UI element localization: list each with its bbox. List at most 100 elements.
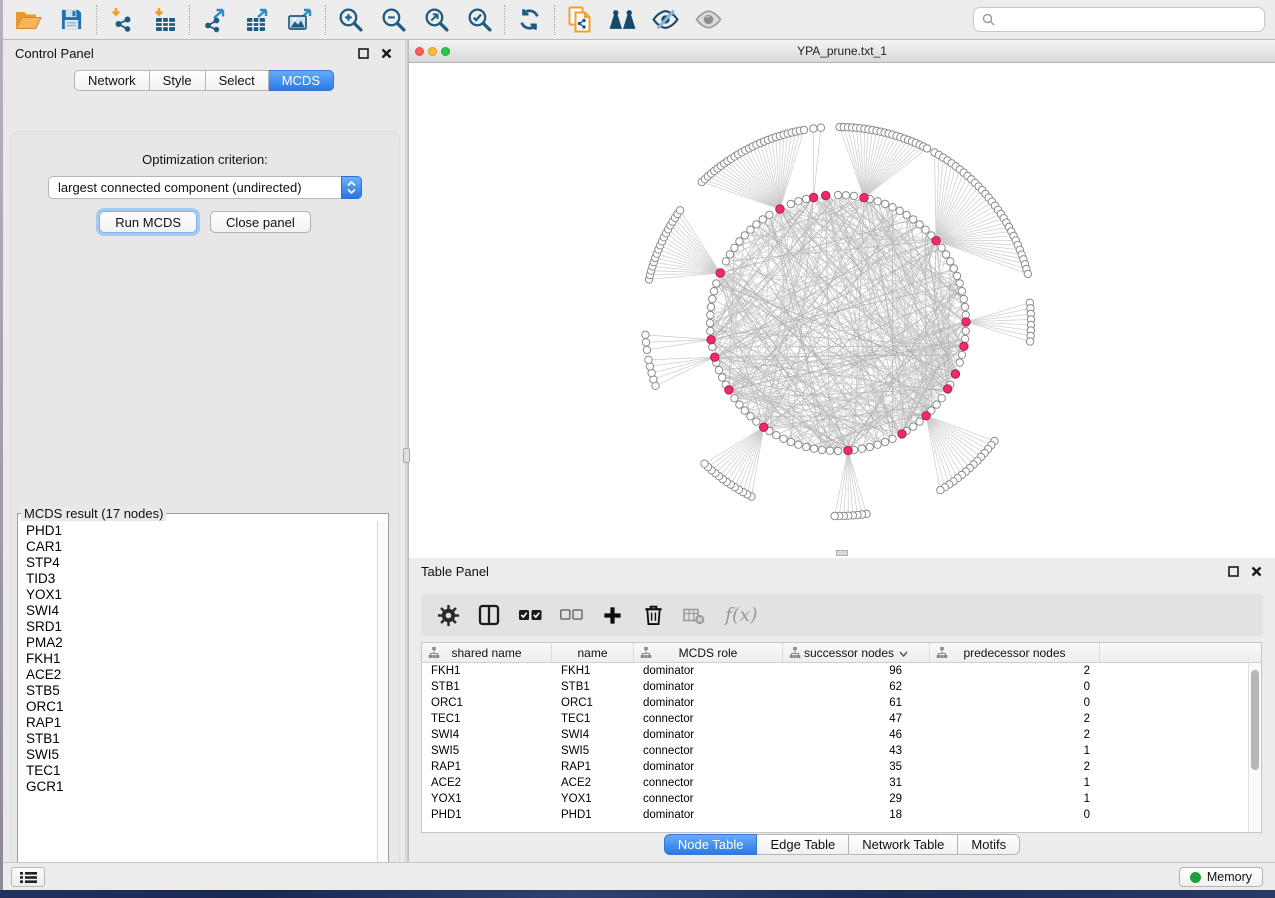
first-neighbors-button[interactable]	[601, 3, 644, 37]
export-image-button[interactable]	[279, 3, 322, 37]
table-row[interactable]: SWI5SWI5connector431	[422, 743, 1261, 759]
tab-style[interactable]: Style	[150, 70, 206, 91]
tab-network-table[interactable]: Network Table	[849, 834, 958, 855]
network-graph[interactable]	[409, 63, 1274, 557]
close-panel-button-mcds[interactable]: Close panel	[210, 211, 311, 233]
float-icon	[1229, 567, 1238, 576]
mcds-result-item[interactable]: RAP1	[18, 715, 388, 731]
float-table-panel-button[interactable]	[1226, 564, 1240, 578]
gear-button[interactable]	[435, 601, 461, 629]
export-network-button[interactable]	[193, 3, 236, 37]
search-box[interactable]	[973, 7, 1265, 32]
task-history-button[interactable]	[11, 867, 45, 887]
close-window-button[interactable]	[415, 47, 424, 56]
minimize-window-button[interactable]	[428, 47, 437, 56]
tab-motifs[interactable]: Motifs	[958, 834, 1020, 855]
refresh-layout-button[interactable]	[508, 3, 551, 37]
import-table-button[interactable]	[143, 3, 186, 37]
mcds-result-item[interactable]: SRD1	[18, 619, 388, 635]
zoom-selected-button[interactable]	[458, 3, 501, 37]
table-row[interactable]: PHD1PHD1dominator180	[422, 807, 1261, 823]
mcds-result-item[interactable]: CAR1	[18, 539, 388, 555]
clone-network-button[interactable]	[558, 3, 601, 37]
memory-status-icon	[1190, 872, 1201, 883]
table-row[interactable]: SWI4SWI4dominator462	[422, 727, 1261, 743]
cell-mcds-role: connector	[634, 713, 783, 725]
search-input[interactable]	[1001, 10, 1264, 29]
hide-selected-button[interactable]	[644, 3, 687, 37]
close-table-panel-button[interactable]	[1249, 564, 1263, 578]
zoom-in-button[interactable]	[329, 3, 372, 37]
select-all-button[interactable]	[517, 601, 543, 629]
criterion-select[interactable]: largest connected component (undirected)	[48, 176, 362, 199]
mcds-result-item[interactable]: SWI5	[18, 747, 388, 763]
table-scrollbar[interactable]	[1248, 663, 1261, 832]
mcds-result-item[interactable]: SWI4	[18, 603, 388, 619]
memory-button[interactable]: Memory	[1179, 867, 1263, 887]
tab-node-table[interactable]: Node Table	[664, 834, 758, 855]
table-row[interactable]: STB1STB1dominator620	[422, 679, 1261, 695]
zoom-out-button[interactable]	[372, 3, 415, 37]
column-header-successor-nodes[interactable]: successor nodes	[783, 643, 930, 662]
mcds-result-item[interactable]: PMA2	[18, 635, 388, 651]
cell-shared-name: SWI5	[422, 745, 552, 757]
table-row[interactable]: TEC1TEC1connector472	[422, 711, 1261, 727]
export-table-button[interactable]	[236, 3, 279, 37]
column-header-mcds-role[interactable]: MCDS role	[634, 643, 783, 662]
mcds-result-item[interactable]: ACE2	[18, 667, 388, 683]
mcds-result-item[interactable]: STB5	[18, 683, 388, 699]
tab-network[interactable]: Network	[74, 70, 150, 91]
cell-predecessor-nodes: 1	[930, 793, 1100, 805]
mcds-result-item[interactable]: TEC1	[18, 763, 388, 779]
float-panel-button[interactable]	[356, 46, 370, 60]
delete-button[interactable]	[640, 601, 666, 629]
table-row[interactable]: RAP1RAP1dominator352	[422, 759, 1261, 775]
canvas-split-handle[interactable]	[836, 550, 848, 556]
table-row[interactable]: FKH1FKH1dominator962	[422, 663, 1261, 679]
namespace-icon	[640, 647, 652, 661]
column-header-predecessor-nodes[interactable]: predecessor nodes	[930, 643, 1100, 662]
column-header-shared-name[interactable]: shared name	[422, 643, 552, 662]
columns-button[interactable]	[476, 601, 502, 629]
tab-edge-table[interactable]: Edge Table	[757, 834, 849, 855]
table-row[interactable]: ACE2ACE2connector311	[422, 775, 1261, 791]
zoom-fit-button[interactable]	[415, 3, 458, 37]
mcds-result-item[interactable]: STB1	[18, 731, 388, 747]
close-panel-button[interactable]	[379, 46, 393, 60]
table-row[interactable]: ORC1ORC1dominator610	[422, 695, 1261, 711]
table-scrollbar-thumb[interactable]	[1251, 670, 1259, 770]
tab-mcds[interactable]: MCDS	[269, 70, 334, 91]
mcds-result-item[interactable]: TID3	[18, 571, 388, 587]
cell-name: PHD1	[552, 809, 634, 821]
run-mcds-button[interactable]: Run MCDS	[99, 211, 197, 233]
delete-table-button[interactable]	[681, 601, 707, 629]
open-folder-button[interactable]	[7, 3, 50, 37]
network-canvas[interactable]	[409, 63, 1274, 557]
mcds-result-list[interactable]: PHD1CAR1STP4TID3YOX1SWI4SRD1PMA2FKH1ACE2…	[18, 521, 388, 875]
show-all-button[interactable]	[687, 3, 730, 37]
mcds-result-item[interactable]: PHD1	[18, 523, 388, 539]
fx-button[interactable]: f(x)	[722, 601, 766, 629]
mcds-result-item[interactable]: GCR1	[18, 779, 388, 795]
tab-select[interactable]: Select	[206, 70, 269, 91]
mcds-result-item[interactable]: FKH1	[18, 651, 388, 667]
save-button[interactable]	[50, 3, 93, 37]
mcds-result-item[interactable]: YOX1	[18, 587, 388, 603]
svg-text:f(x): f(x)	[724, 604, 758, 626]
maximize-window-button[interactable]	[441, 47, 450, 56]
table-panel: Table Panel f(x) shared namenameMCDS rol…	[408, 558, 1275, 862]
export-table-icon	[245, 7, 271, 33]
panel-divider-handle[interactable]	[403, 448, 410, 463]
network-window-titlebar[interactable]: YPA_prune.txt_1	[409, 40, 1275, 63]
cell-shared-name: FKH1	[422, 665, 552, 677]
table-row[interactable]: YOX1YOX1connector291	[422, 791, 1261, 807]
column-header-name[interactable]: name	[552, 643, 634, 662]
mcds-list-scrollbar[interactable]	[377, 521, 388, 875]
deselect-all-button[interactable]	[558, 601, 584, 629]
mcds-result-item[interactable]: STP4	[18, 555, 388, 571]
add-button[interactable]	[599, 601, 625, 629]
import-network-button[interactable]	[100, 3, 143, 37]
cell-successor-nodes: 61	[783, 697, 930, 709]
table-header-row: shared namenameMCDS rolesuccessor nodesp…	[422, 643, 1261, 663]
mcds-result-item[interactable]: ORC1	[18, 699, 388, 715]
